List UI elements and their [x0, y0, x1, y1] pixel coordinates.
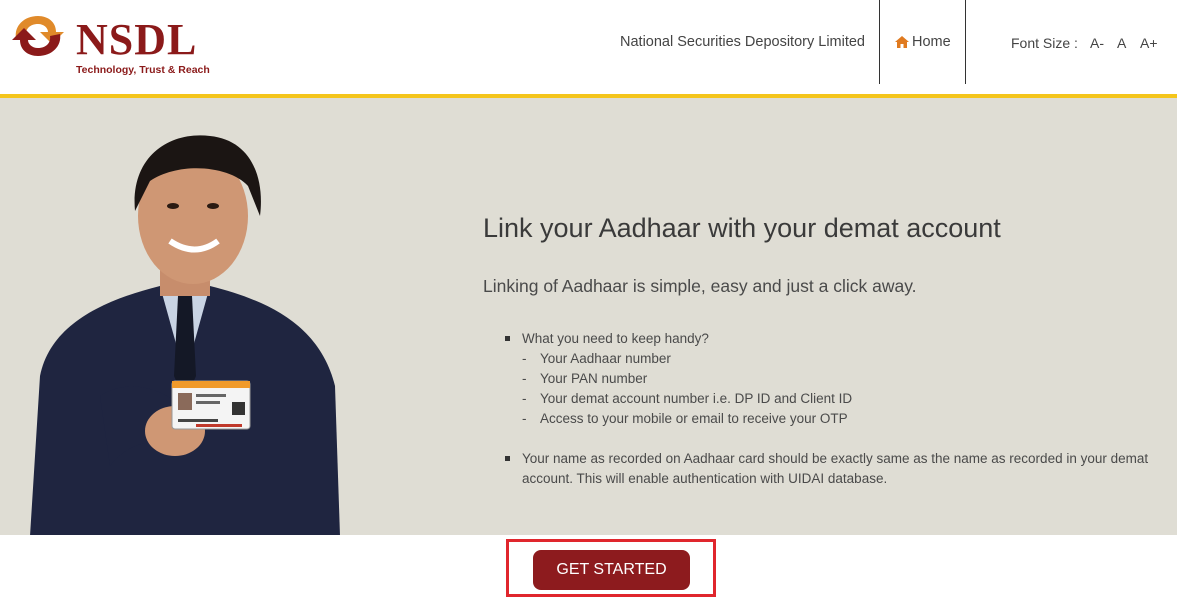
logo-tagline: Technology, Trust & Reach — [76, 64, 210, 76]
subitem-text: Your PAN number — [540, 371, 648, 386]
page-subtitle: Linking of Aadhaar is simple, easy and j… — [483, 276, 917, 296]
dash: - — [522, 371, 527, 386]
bullet-icon — [505, 336, 510, 341]
bullet-icon — [505, 456, 510, 461]
list-item: Your name as recorded on Aadhaar card sh… — [505, 449, 1165, 489]
site-header: NSDL Technology, Trust & Reach National … — [0, 0, 1177, 94]
subitem-text: Your demat account number i.e. DP ID and… — [540, 391, 853, 406]
font-increase-button[interactable]: A+ — [1140, 35, 1158, 51]
person-with-aadhaar-card-image — [30, 135, 340, 535]
subitem-text: Access to your mobile or email to receiv… — [540, 411, 848, 426]
divider — [965, 0, 966, 84]
dash: - — [522, 411, 527, 426]
home-icon — [895, 36, 909, 48]
nsdl-logo[interactable]: NSDL Technology, Trust & Reach — [10, 10, 210, 80]
list-item: What you need to keep handy? — [505, 329, 1165, 349]
org-name: National Securities Depository Limited — [620, 34, 865, 50]
dash: - — [522, 391, 527, 406]
nsdl-logo-icon — [12, 16, 64, 56]
subitem-text: Your Aadhaar number — [540, 351, 671, 366]
page-title: Link your Aadhaar with your demat accoun… — [483, 213, 1001, 243]
home-label: Home — [912, 34, 951, 50]
list-subitem: - Your Aadhaar number — [505, 349, 1165, 369]
divider — [879, 0, 880, 84]
dash: - — [522, 351, 527, 366]
home-link[interactable]: Home — [894, 34, 951, 50]
get-started-button[interactable]: GET STARTED — [533, 550, 690, 590]
bullet-text: What you need to keep handy? — [522, 331, 709, 346]
bullet-text: Your name as recorded on Aadhaar card sh… — [522, 451, 1149, 486]
list-subitem: - Your demat account number i.e. DP ID an… — [505, 389, 1165, 409]
list-subitem: - Access to your mobile or email to recei… — [505, 409, 1165, 429]
font-normal-button[interactable]: A — [1117, 35, 1126, 51]
requirements-list: What you need to keep handy? - Your Aadha… — [505, 329, 1165, 489]
font-size-label: Font Size : — [1011, 35, 1078, 51]
logo-wordmark: NSDL — [76, 15, 198, 64]
list-subitem: - Your PAN number — [505, 369, 1165, 389]
font-decrease-button[interactable]: A- — [1090, 35, 1104, 51]
hero-section: Link your Aadhaar with your demat accoun… — [0, 98, 1177, 535]
